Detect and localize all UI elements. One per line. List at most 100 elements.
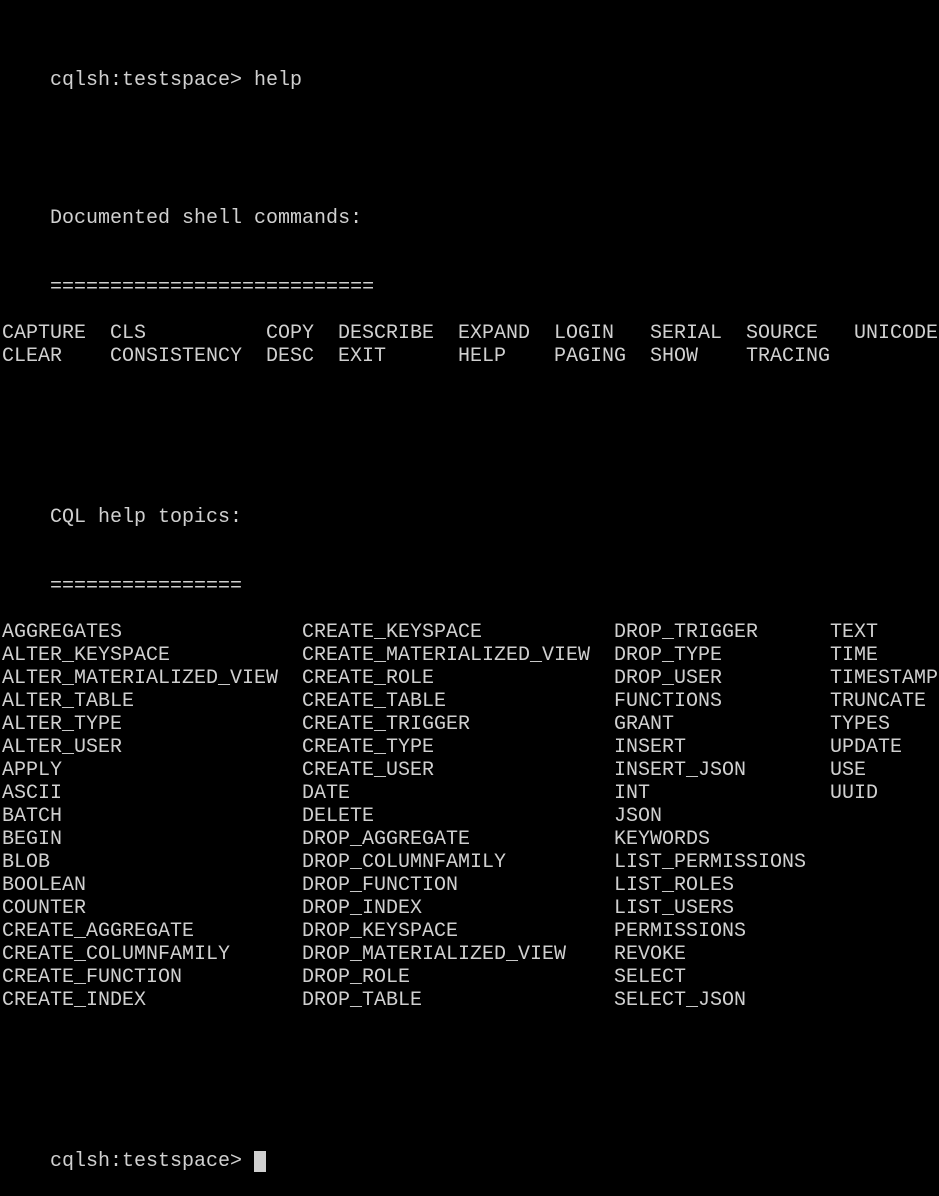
cql-topic-item: CREATE_COLUMNFAMILY xyxy=(2,943,231,966)
cql-topic-item-row: BATCH DELETE JSON xyxy=(2,805,939,828)
command-line: cqlsh:testspace> help xyxy=(2,46,939,92)
cql-topic-item-row: ALTER_USER CREATE_TYPE INSERT UPDATE xyxy=(2,736,939,759)
shell-command-item: HELP xyxy=(458,345,507,368)
cql-topic-item: DROP_FUNCTION xyxy=(302,874,459,897)
cql-topic-item-row: CREATE_AGGREGATE DROP_KEYSPACE PERMISSIONS xyxy=(2,920,939,943)
cql-topic-item: JSON xyxy=(614,805,663,828)
cql-topic-item: TIMESTAMP xyxy=(830,667,939,690)
shell-command-item: CLEAR xyxy=(2,345,63,368)
cql-topic-item: DROP_MATERIALIZED_VIEW xyxy=(302,943,567,966)
cql-topic-item: CREATE_TRIGGER xyxy=(302,713,471,736)
shell-command-item-row: CLEAR CONSISTENCY DESC EXIT HELP PAGING SHOW TR… xyxy=(2,345,939,368)
shell-command-item: EXIT xyxy=(338,345,387,368)
cql-topic-item-row: ALTER_TYPE CREATE_TRIGGER GRANT TYPES xyxy=(2,713,939,736)
shell-commands-grid: CAPTURE CLS COPY DESCRIBE EXPAND LOGIN SERIAL S… xyxy=(2,322,939,368)
cql-topic-item: COUNTER xyxy=(2,897,87,920)
shell-commands-heading-line: Documented shell commands: xyxy=(2,184,939,230)
cql-topic-item: DROP_TYPE xyxy=(614,644,723,667)
cql-topic-item-row: CREATE_COLUMNFAMILY DROP_MATERIALIZED_VIE… xyxy=(2,943,939,966)
cql-topic-item-row: BOOLEAN DROP_FUNCTION LIST_ROLES xyxy=(2,874,939,897)
cql-topic-item: UPDATE xyxy=(830,736,903,759)
shell-command-item: CLS xyxy=(110,322,147,345)
cql-topic-item: CREATE_MATERIALIZED_VIEW xyxy=(302,644,591,667)
shell-command-item: CAPTURE xyxy=(2,322,87,345)
cql-topic-item: AGGREGATES xyxy=(2,621,123,644)
cql-topic-item: BLOB xyxy=(2,851,51,874)
cql-topic-item: CREATE_TYPE xyxy=(302,736,435,759)
cql-topic-item: PERMISSIONS xyxy=(614,920,747,943)
cql-topic-item: DATE xyxy=(302,782,351,805)
shell-command-item: TRACING xyxy=(746,345,831,368)
cql-topic-item-row: BEGIN DROP_AGGREGATE KEYWORDS xyxy=(2,828,939,851)
cql-topic-item: CREATE_FUNCTION xyxy=(2,966,183,989)
cql-topic-item: SELECT xyxy=(614,966,687,989)
shell-command-item: SHOW xyxy=(650,345,699,368)
cql-topics-grid: AGGREGATES CREATE_KEYSPACE DROP_TRIGGER TEX… xyxy=(2,621,939,1012)
cql-topic-item: INSERT xyxy=(614,736,687,759)
cql-topics-heading: CQL help topics: xyxy=(50,506,243,529)
cql-topic-item: BOOLEAN xyxy=(2,874,87,897)
cql-topic-item-row: ALTER_KEYSPACE CREATE_MATERIALIZED_VIEW DR… xyxy=(2,644,939,667)
cql-topic-item: SELECT_JSON xyxy=(614,989,747,1012)
shell-command-item-row: CAPTURE CLS COPY DESCRIBE EXPAND LOGIN SERIAL S… xyxy=(2,322,939,345)
cql-topic-item: TIME xyxy=(830,644,879,667)
cql-topics-underline: ================ xyxy=(50,575,243,598)
cql-topic-item-row: COUNTER DROP_INDEX LIST_USERS xyxy=(2,897,939,920)
cql-topic-item-row: AGGREGATES CREATE_KEYSPACE DROP_TRIGGER TEX… xyxy=(2,621,939,644)
cql-topic-item: ALTER_TYPE xyxy=(2,713,123,736)
shell-command-item: LOGIN xyxy=(554,322,615,345)
cql-topic-item: BATCH xyxy=(2,805,63,828)
shell-command-item: DESC xyxy=(266,345,315,368)
shell-command-item: SOURCE xyxy=(746,322,819,345)
cql-topic-item: FUNCTIONS xyxy=(614,690,723,713)
input-prompt-text: cqlsh:testspace> xyxy=(50,1150,243,1173)
cql-topic-item: BEGIN xyxy=(2,828,63,851)
cql-topic-item: DROP_KEYSPACE xyxy=(302,920,459,943)
cql-topic-item: TEXT xyxy=(830,621,879,644)
cql-topic-item: DELETE xyxy=(302,805,375,828)
cql-topic-item-row: CREATE_INDEX DROP_TABLE SELECT_JSON xyxy=(2,989,939,1012)
cql-topic-item-row: APPLY CREATE_USER INSERT_JSON USE xyxy=(2,759,939,782)
cql-topics-heading-line: CQL help topics: xyxy=(2,483,939,529)
cql-topic-item: TRUNCATE xyxy=(830,690,927,713)
cql-topic-item: DROP_TRIGGER xyxy=(614,621,759,644)
cql-topic-item: CREATE_USER xyxy=(302,759,435,782)
cql-topic-item: LIST_ROLES xyxy=(614,874,735,897)
cql-topic-item: CREATE_ROLE xyxy=(302,667,435,690)
cql-topic-item: DROP_ROLE xyxy=(302,966,411,989)
shell-command-item: CONSISTENCY xyxy=(110,345,243,368)
shell-commands-underline-line: =========================== xyxy=(2,253,939,299)
shell-commands-underline: =========================== xyxy=(50,276,375,299)
cql-topic-item: CREATE_TABLE xyxy=(302,690,447,713)
cql-topic-item: ASCII xyxy=(2,782,63,805)
cql-topic-item: ALTER_MATERIALIZED_VIEW xyxy=(2,667,279,690)
cql-topic-item-row: BLOB DROP_COLUMNFAMILY LIST_PERMISSIONS xyxy=(2,851,939,874)
shell-command-item: PAGING xyxy=(554,345,627,368)
cql-topic-item: TYPES xyxy=(830,713,891,736)
cql-topic-item: UUID xyxy=(830,782,879,805)
command-prompt-text: cqlsh:testspace> help xyxy=(50,69,303,92)
cql-topic-item: DROP_INDEX xyxy=(302,897,423,920)
cql-topic-item: USE xyxy=(830,759,867,782)
input-line[interactable]: cqlsh:testspace> xyxy=(2,1127,939,1173)
cql-topic-item: KEYWORDS xyxy=(614,828,711,851)
cql-topic-item: DROP_TABLE xyxy=(302,989,423,1012)
text-cursor xyxy=(254,1151,267,1172)
cql-topic-item: DROP_COLUMNFAMILY xyxy=(302,851,507,874)
shell-commands-heading: Documented shell commands: xyxy=(50,207,363,230)
cql-topic-item: LIST_USERS xyxy=(614,897,735,920)
shell-command-item: UNICODE xyxy=(854,322,939,345)
cql-topic-item: DROP_AGGREGATE xyxy=(302,828,471,851)
terminal-window[interactable]: cqlsh:testspace> help Documented shell c… xyxy=(2,0,939,1173)
cql-topic-item: DROP_USER xyxy=(614,667,723,690)
cql-topic-item-row: ASCII DATE INT UUID xyxy=(2,782,939,805)
cql-topic-item: INT xyxy=(614,782,651,805)
shell-command-item: SERIAL xyxy=(650,322,723,345)
shell-command-item: DESCRIBE xyxy=(338,322,435,345)
cql-topic-item-row: ALTER_TABLE CREATE_TABLE FUNCTIONS TRUNCATE xyxy=(2,690,939,713)
cql-topic-item: REVOKE xyxy=(614,943,687,966)
cql-topic-item: CREATE_KEYSPACE xyxy=(302,621,483,644)
shell-command-item: COPY xyxy=(266,322,315,345)
